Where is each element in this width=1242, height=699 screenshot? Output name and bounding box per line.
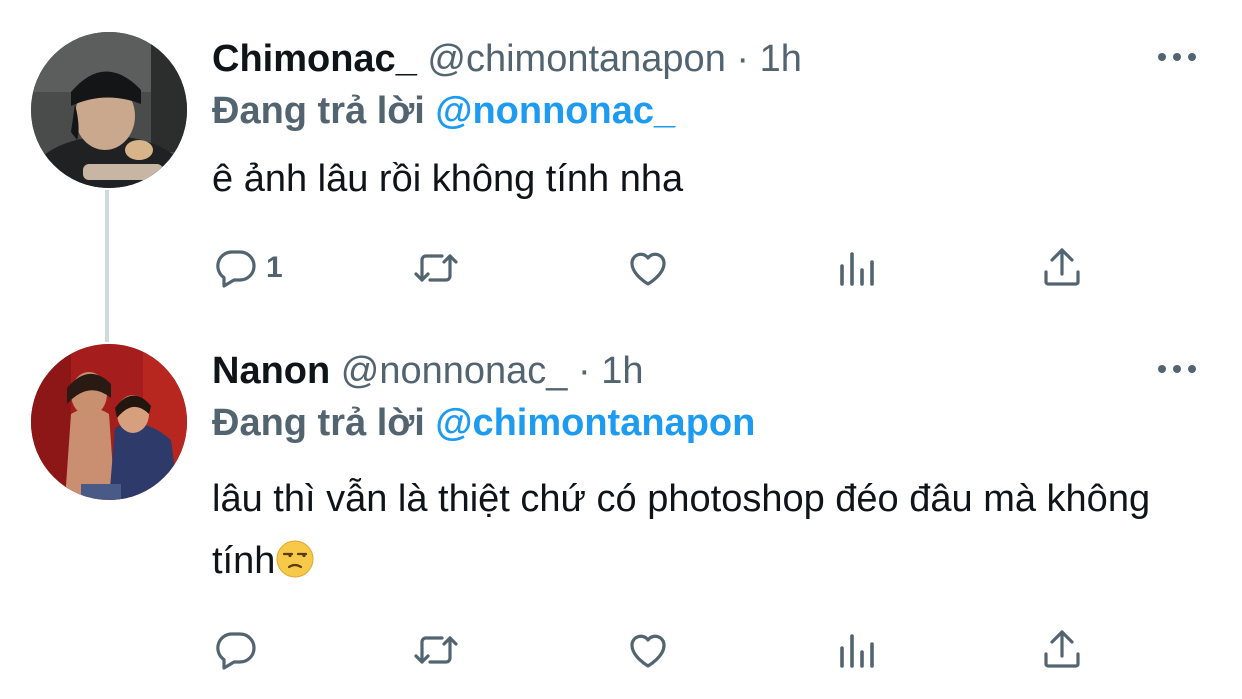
like-button[interactable]: [624, 622, 672, 678]
tweet-text-content: ê ảnh lâu rồi không tính nha: [212, 158, 684, 200]
like-button[interactable]: [624, 240, 672, 296]
tweet-header: Nanon @nonnonac_ · 1h: [212, 348, 644, 394]
more-options-button[interactable]: [1152, 42, 1202, 72]
separator-dot: ·: [578, 350, 591, 392]
retweet-button[interactable]: [412, 622, 460, 678]
share-button[interactable]: [1038, 622, 1086, 678]
reply-icon: [216, 632, 256, 670]
replying-to-label: Đang trả lời: [212, 90, 425, 132]
like-icon: [630, 634, 666, 668]
mention-link[interactable]: @nonnonac_: [435, 90, 675, 132]
tweet-text: lâu thì vẫn là thiệt chứ có photoshop đé…: [212, 468, 1172, 592]
retweet-button[interactable]: [412, 240, 460, 296]
more-icon: [1158, 365, 1196, 373]
analytics-button[interactable]: [832, 240, 880, 296]
more-icon: [1158, 53, 1196, 61]
tweet-actions: 1: [212, 240, 1112, 296]
replying-to-label: Đang trả lời: [212, 402, 425, 444]
analytics-icon: [840, 634, 874, 668]
analytics-icon: [840, 252, 874, 286]
replying-to: Đang trả lời @nonnonac_: [212, 88, 675, 134]
like-icon: [630, 252, 666, 286]
tweet-2[interactable]: Nanon @nonnonac_ · 1h Đang trả lời @chim…: [0, 340, 1242, 699]
reply-button[interactable]: [212, 622, 266, 678]
tweet-header: Chimonac_ @chimontanapon · 1h: [212, 36, 802, 82]
reply-button[interactable]: 1: [212, 240, 283, 296]
share-icon: [1044, 248, 1080, 286]
user-handle[interactable]: @nonnonac_: [341, 350, 568, 392]
tweet-text: ê ảnh lâu rồi không tính nha: [212, 148, 1172, 210]
more-options-button[interactable]: [1152, 354, 1202, 384]
analytics-button[interactable]: [832, 622, 880, 678]
avatar[interactable]: [31, 344, 187, 500]
tweet-text-content: lâu thì vẫn là thiệt chứ có photoshop đé…: [212, 478, 1151, 582]
display-name[interactable]: Nanon: [212, 350, 330, 392]
reply-count: 1: [266, 251, 283, 284]
avatar[interactable]: [31, 32, 187, 188]
display-name[interactable]: Chimonac_: [212, 38, 417, 80]
timestamp[interactable]: 1h: [601, 350, 643, 392]
retweet-icon: [414, 254, 458, 282]
user-handle[interactable]: @chimontanapon: [427, 38, 725, 80]
unamused-face-emoji: [276, 540, 314, 578]
mention-link[interactable]: @chimontanapon: [435, 402, 755, 444]
reply-icon: [216, 250, 256, 288]
share-button[interactable]: [1038, 240, 1086, 296]
share-icon: [1044, 630, 1080, 668]
separator-dot: ·: [736, 38, 750, 80]
tweet-1[interactable]: Chimonac_ @chimontanapon · 1h Đang trả l…: [0, 0, 1242, 340]
retweet-icon: [414, 636, 458, 664]
tweet-actions: [212, 622, 1112, 678]
replying-to: Đang trả lời @chimontanapon: [212, 400, 755, 446]
timestamp[interactable]: 1h: [760, 38, 802, 80]
